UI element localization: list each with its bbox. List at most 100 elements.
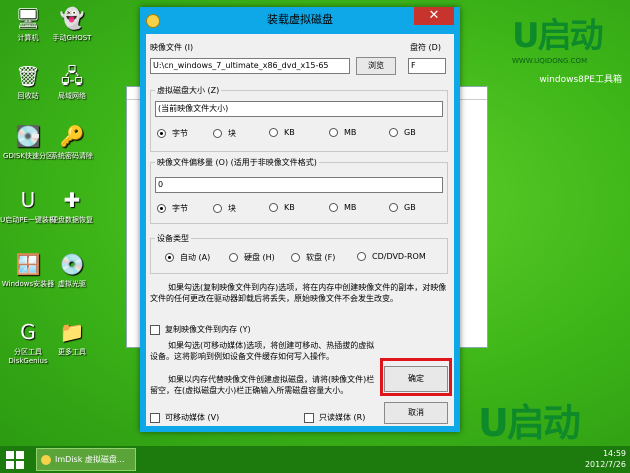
checkbox-box xyxy=(150,324,160,335)
copy-to-memory-label: 复制映像文件到内存 (Y) xyxy=(165,325,251,334)
device-type-group: 设备类型 自动 (A) 硬盘 (H) 软盘 (F) CD/DVD-ROM xyxy=(150,233,448,274)
radio-label: MB xyxy=(344,203,357,212)
disk-size-input[interactable]: (当前映像文件大小) xyxy=(155,101,443,117)
desktop-icon-label: 更多工具 xyxy=(58,348,86,356)
radio-option[interactable]: 硬盘 (H) xyxy=(229,252,275,263)
taskbar-item-imdisk[interactable]: ImDisk 虚拟磁盘... xyxy=(36,448,136,471)
browse-button[interactable]: 浏览 xyxy=(356,57,396,75)
brand-logo-bottom: U启动 WWW.UQIDONG.COM xyxy=(478,392,628,455)
radio-option[interactable]: KB xyxy=(269,203,295,212)
radio-label: CD/DVD-ROM xyxy=(372,252,426,261)
readonly-media-label: 只读媒体 (R) xyxy=(319,413,366,422)
imdisk-task-icon xyxy=(41,454,51,465)
device-type-group-title: 设备类型 xyxy=(155,233,191,244)
radio-label: 字节 xyxy=(172,204,188,213)
radio-option[interactable]: MB xyxy=(329,128,356,137)
readonly-media-checkbox[interactable]: 只读媒体 (R) xyxy=(304,412,365,423)
virtual-drive-icon: 💿 xyxy=(59,251,85,276)
desktop-icon-label: 硬盘数据恢复 xyxy=(51,216,93,224)
copy-to-memory-note: 如果勾选(复制映像文件到内存)选项，将在内存中创建映像文件的副本，对映像文件的任… xyxy=(150,283,447,303)
offset-input[interactable]: 0 xyxy=(155,177,443,193)
desktop-icon[interactable]: 💿 虚拟光驱 xyxy=(44,250,100,289)
radio-dot xyxy=(329,128,338,137)
imdisk-mount-dialog: 装载虚拟磁盘 ✕ 映像文件 (I) 盘符 (D) U:\cn_windows_7… xyxy=(140,7,460,432)
radio-label: MB xyxy=(344,128,357,137)
key-icon: 🔑 xyxy=(59,123,85,148)
brand-name: U启动 xyxy=(512,16,604,56)
radio-label: KB xyxy=(284,203,295,212)
radio-dot xyxy=(165,253,174,262)
radio-dot xyxy=(157,204,166,213)
diskgenius-icon: G xyxy=(20,319,36,344)
radio-dot xyxy=(213,204,222,213)
radio-label: 字节 xyxy=(172,129,188,138)
checkbox-box xyxy=(304,412,314,423)
radio-option[interactable]: 自动 (A) xyxy=(165,252,210,263)
radio-option[interactable]: 块 xyxy=(213,203,236,214)
radio-label: 硬盘 (H) xyxy=(244,253,275,262)
radio-option[interactable]: GB xyxy=(389,203,416,212)
radio-option[interactable]: 块 xyxy=(213,128,236,139)
radio-option[interactable]: GB xyxy=(389,128,416,137)
dialog-body: 映像文件 (I) 盘符 (D) U:\cn_windows_7_ultimate… xyxy=(146,34,454,426)
cancel-button[interactable]: 取消 xyxy=(384,402,448,424)
radio-label: 块 xyxy=(228,129,236,138)
radio-option[interactable]: 字节 xyxy=(157,128,188,139)
desktop-icon[interactable]: 🖧 局域网络 xyxy=(44,62,100,101)
desktop-icon-label: 系统密码清除 xyxy=(51,152,93,160)
medkit-icon: ✚ xyxy=(63,187,81,212)
disk-icon: 💽 xyxy=(15,123,41,148)
brand-logo-top: U启动 WWW.UQIDONG.COM windows8PE工具箱 xyxy=(512,8,622,85)
removable-media-label: 可移动媒体 (V) xyxy=(165,413,220,422)
desktop-icon-label: 手动GHOST xyxy=(52,34,92,42)
radio-option[interactable]: KB xyxy=(269,128,295,137)
brand-subtitle: windows8PE工具箱 xyxy=(539,75,622,85)
removable-media-checkbox[interactable]: 可移动媒体 (V) xyxy=(150,412,219,423)
radio-dot xyxy=(229,253,238,262)
close-button[interactable]: ✕ xyxy=(414,7,454,25)
checkbox-box xyxy=(150,412,160,423)
disk-size-group: 虚拟磁盘大小 (Z) (当前映像文件大小) 字节 块 KB MB GB xyxy=(150,85,448,152)
start-button[interactable] xyxy=(2,448,28,471)
image-file-input[interactable]: U:\cn_windows_7_ultimate_x86_dvd_x15-65 xyxy=(150,58,350,74)
dialog-title: 装载虚拟磁盘 xyxy=(267,13,333,26)
radio-label: KB xyxy=(284,128,295,137)
copy-to-memory-checkbox[interactable]: 复制映像文件到内存 (Y) xyxy=(150,324,251,335)
radio-dot xyxy=(357,252,366,261)
computer-icon: 🖥 xyxy=(15,5,41,30)
brand-url: WWW.UQIDONG.COM xyxy=(512,57,588,65)
windows-logo-icon xyxy=(6,450,24,469)
memory-disk-note: 如果以内存代替映像文件创建虚拟磁盘，请将(映像文件)栏留空，在(虚拟磁盘大小)栏… xyxy=(150,375,375,395)
ok-button-highlight xyxy=(380,358,452,396)
radio-dot xyxy=(269,128,278,137)
desktop-icon[interactable]: ✚ 硬盘数据恢复 xyxy=(44,186,100,225)
recycle-bin-icon: 🗑 xyxy=(15,63,41,88)
drive-letter-input[interactable]: F xyxy=(408,58,446,74)
radio-label: 自动 (A) xyxy=(180,253,211,262)
radio-dot xyxy=(389,128,398,137)
radio-option[interactable]: 软盘 (F) xyxy=(291,252,335,263)
radio-label: 块 xyxy=(228,204,236,213)
desktop-icon[interactable]: 🔑 系统密码清除 xyxy=(44,122,100,161)
ghost-icon: 👻 xyxy=(59,5,85,30)
folder-icon: 📁 xyxy=(59,319,85,344)
radio-dot xyxy=(213,129,222,138)
desktop-icon[interactable]: 📁 更多工具 xyxy=(44,318,100,357)
clock-date: 2012/7/26 xyxy=(584,460,626,469)
desktop-icon-label: 虚拟光驱 xyxy=(58,280,86,288)
radio-dot xyxy=(291,253,300,262)
radio-option[interactable]: CD/DVD-ROM xyxy=(357,252,426,261)
radio-option[interactable]: MB xyxy=(329,203,356,212)
radio-dot xyxy=(329,203,338,212)
system-clock[interactable]: 14:59 2012/7/26 xyxy=(585,448,626,470)
disk-size-group-title: 虚拟磁盘大小 (Z) xyxy=(155,85,222,96)
desktop-icon[interactable]: 👻 手动GHOST xyxy=(44,4,100,43)
radio-label: GB xyxy=(404,203,416,212)
windows-installer-icon: 🪟 xyxy=(15,251,41,276)
radio-option[interactable]: 字节 xyxy=(157,203,188,214)
radio-dot xyxy=(157,129,166,138)
drive-letter-label: 盘符 (D) xyxy=(410,43,441,52)
brand-name-bottom: U启动 xyxy=(478,401,581,445)
offset-group-title: 映像文件偏移量 (O) (适用于非映像文件格式) xyxy=(155,157,319,168)
network-icon: 🖧 xyxy=(60,63,84,88)
